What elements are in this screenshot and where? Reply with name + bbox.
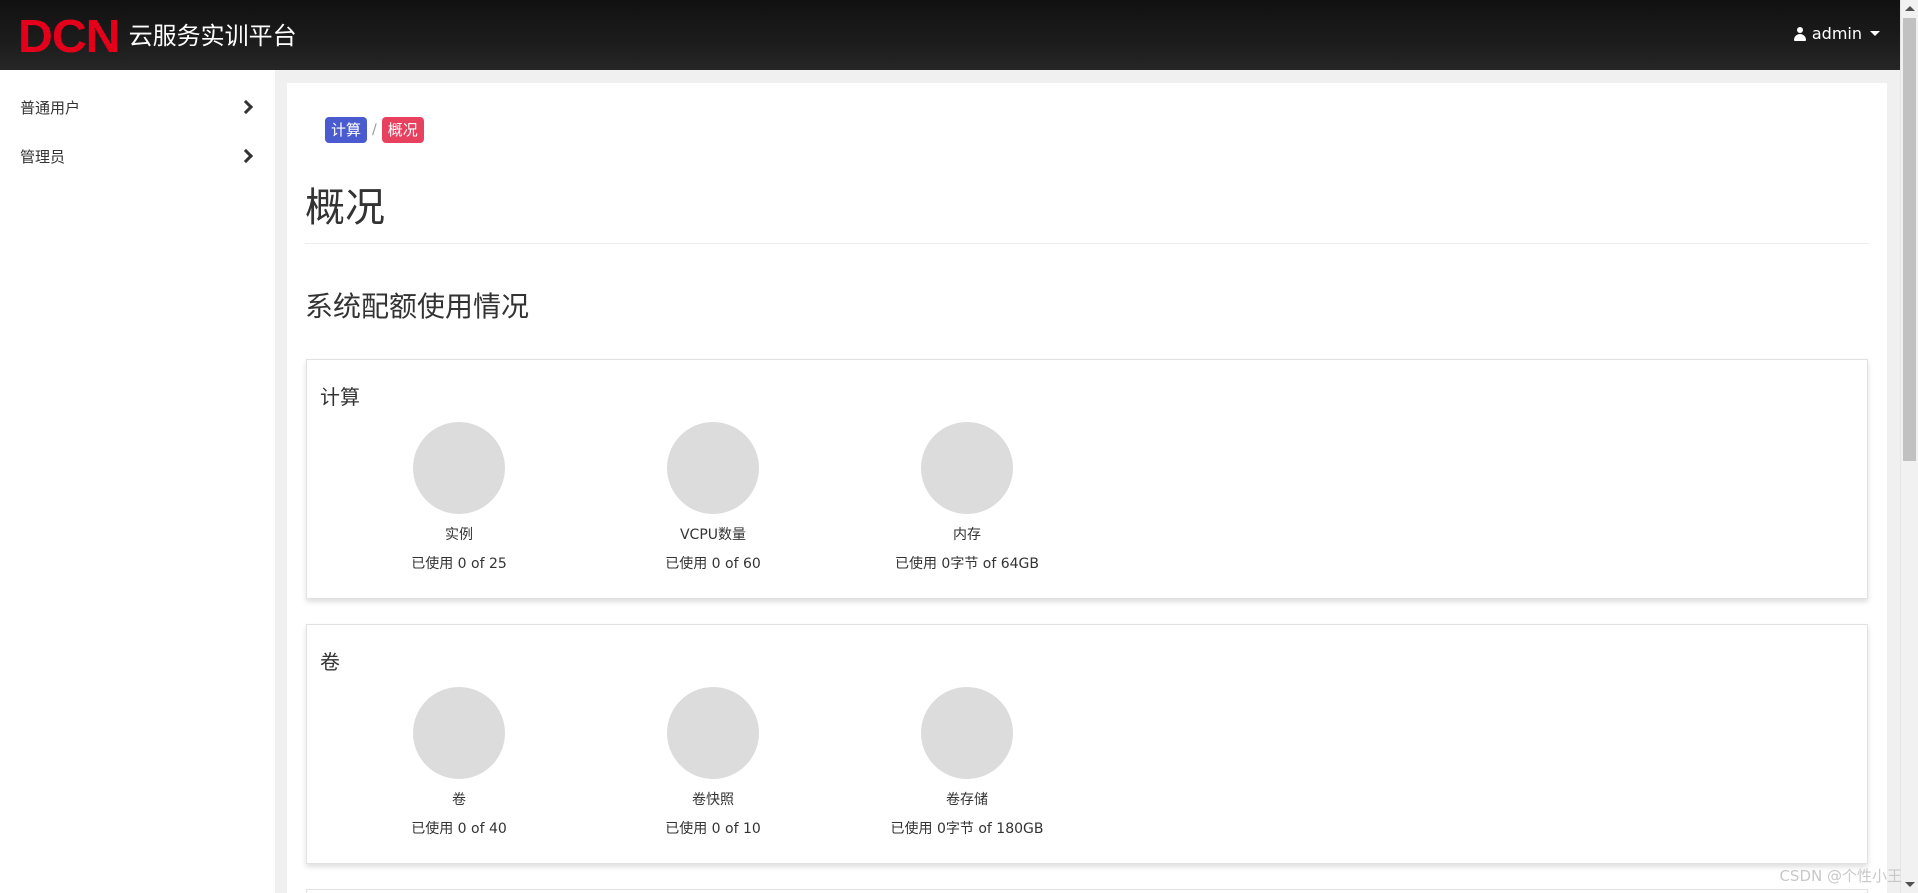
quota-label: 内存 [953, 527, 981, 543]
usage-pie-chart [921, 687, 1013, 779]
panel-title: 计算 [320, 385, 360, 409]
breadcrumb: 计算 / 概况 [325, 117, 424, 143]
main-content: 计算 / 概况 概况 系统配额使用情况 计算 实例 已使用 0 of 25 VC… [287, 83, 1887, 893]
quota-label: VCPU数量 [679, 527, 747, 543]
sidebar-item-regular-user[interactable]: 普通用户 [0, 83, 275, 132]
caret-down-icon [1870, 31, 1880, 36]
panel-title: 卷 [320, 650, 340, 674]
compute-quota-panel: 计算 实例 已使用 0 of 25 VCPU数量 已使用 0 of 60 内存 … [306, 359, 1868, 599]
quota-usage: 已使用 0字节 of 180GB [890, 821, 1044, 837]
quota-usage: 已使用 0字节 of 64GB [894, 556, 1040, 572]
usage-pie-chart [413, 422, 505, 514]
quota-volume-storage: 卷存储 已使用 0字节 of 180GB [867, 687, 1067, 838]
scroll-up-arrow-icon[interactable] [1905, 6, 1915, 11]
platform-title: 云服务实训平台 [128, 22, 297, 50]
username-label: admin [1811, 24, 1862, 43]
page-title: 概况 [305, 185, 385, 231]
sidebar-item-label: 管理员 [20, 148, 66, 166]
title-divider [305, 243, 1869, 244]
next-quota-panel [306, 889, 1868, 893]
page-scrollbar[interactable] [1900, 0, 1918, 893]
quota-usage: 已使用 0 of 10 [665, 821, 761, 837]
chevron-right-icon [238, 148, 254, 164]
quota-label: 卷存储 [946, 792, 988, 808]
sidebar-item-admin[interactable]: 管理员 [0, 132, 275, 181]
user-menu-dropdown[interactable]: admin [1793, 24, 1880, 43]
dcn-logo: DCN [18, 10, 121, 62]
chevron-right-icon [238, 99, 254, 115]
quota-memory: 内存 已使用 0字节 of 64GB [867, 422, 1067, 573]
quota-volumes: 卷 已使用 0 of 40 [359, 687, 559, 838]
quota-usage: 已使用 0 of 25 [411, 556, 507, 572]
usage-pie-chart [921, 422, 1013, 514]
sidebar-item-label: 普通用户 [20, 99, 81, 117]
watermark: CSDN @个性小王 [1779, 867, 1902, 885]
breadcrumb-compute[interactable]: 计算 [325, 117, 368, 143]
quota-label: 卷 [452, 792, 466, 808]
usage-pie-chart [413, 687, 505, 779]
scroll-thumb[interactable] [1903, 18, 1916, 461]
usage-pie-chart [667, 422, 759, 514]
sidebar: 普通用户 管理员 [0, 70, 275, 893]
volume-quota-panel: 卷 卷 已使用 0 of 40 卷快照 已使用 0 of 10 卷存储 已使用 … [306, 624, 1868, 864]
quota-vcpus: VCPU数量 已使用 0 of 60 [613, 422, 813, 573]
quota-label: 实例 [445, 527, 473, 543]
quota-volume-snapshots: 卷快照 已使用 0 of 10 [613, 687, 813, 838]
quota-label: 卷快照 [692, 792, 734, 808]
brand[interactable]: DCN 云服务实训平台 [18, 10, 297, 62]
top-navbar: DCN 云服务实训平台 admin [0, 0, 1918, 70]
breadcrumb-overview[interactable]: 概况 [381, 117, 424, 143]
quota-usage: 已使用 0 of 40 [411, 821, 507, 837]
scroll-down-arrow-icon[interactable] [1905, 882, 1915, 887]
breadcrumb-separator: / [372, 122, 377, 138]
quota-usage: 已使用 0 of 60 [665, 556, 761, 572]
usage-pie-chart [667, 687, 759, 779]
user-icon [1793, 26, 1806, 41]
section-title: 系统配额使用情况 [305, 290, 530, 323]
quota-instances: 实例 已使用 0 of 25 [359, 422, 559, 573]
